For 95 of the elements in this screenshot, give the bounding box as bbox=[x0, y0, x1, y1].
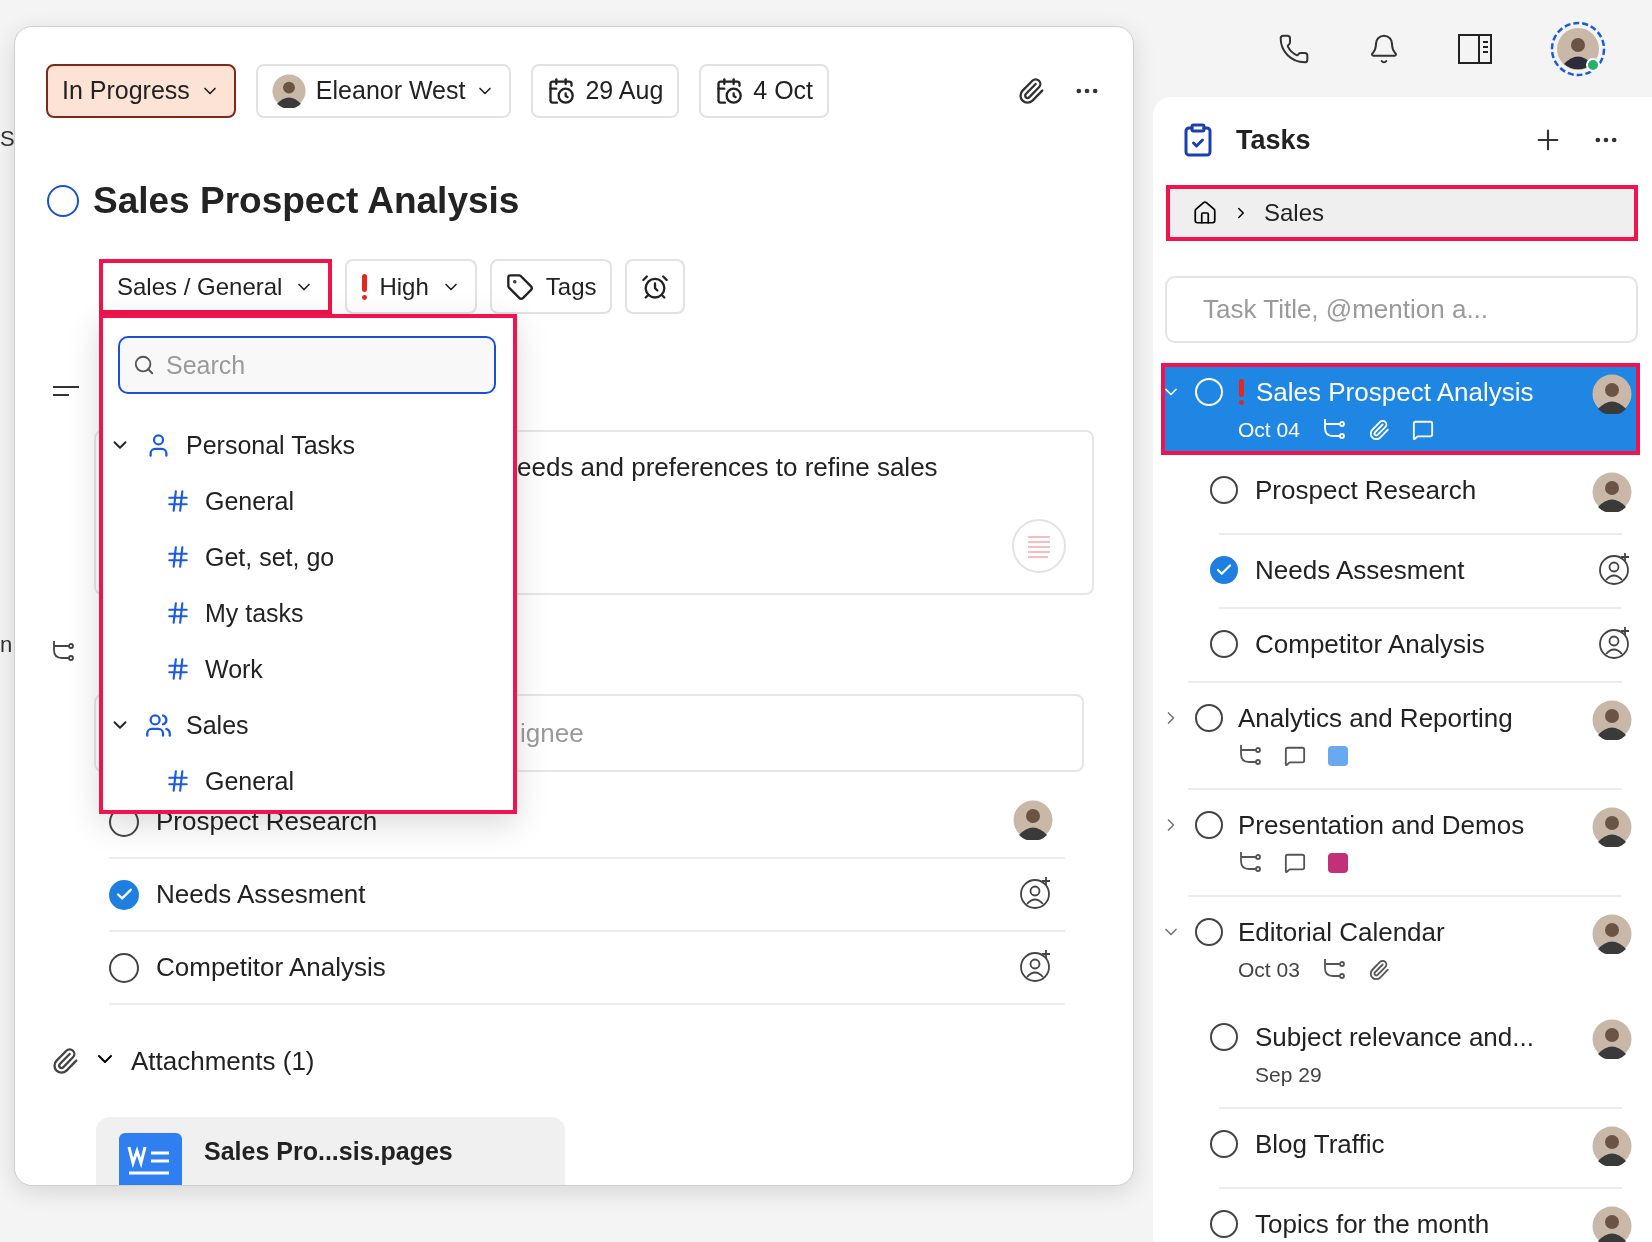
priority-icon bbox=[361, 273, 368, 300]
subtask-checkbox[interactable] bbox=[109, 879, 139, 910]
task-checkbox[interactable] bbox=[1210, 630, 1238, 658]
attachment-card[interactable]: Sales Pro...sis.pages bbox=[96, 1117, 565, 1185]
calendar-icon bbox=[715, 76, 744, 105]
task-title: Editorial Calendar bbox=[1238, 916, 1445, 948]
search-field[interactable]: Search bbox=[118, 336, 496, 394]
tag-icon bbox=[505, 272, 534, 301]
subtask-title: Needs Assesment bbox=[156, 879, 367, 910]
subtask-checkbox[interactable] bbox=[109, 952, 139, 983]
task-checkbox[interactable] bbox=[1195, 704, 1223, 732]
task-row[interactable]: Analytics and Reporting bbox=[1161, 683, 1640, 788]
subtasks-icon bbox=[1321, 957, 1346, 979]
add-assignee-icon[interactable] bbox=[1598, 552, 1632, 586]
task-title: Prospect Research bbox=[1255, 474, 1477, 506]
subtasks-icon bbox=[1238, 850, 1262, 872]
avatar bbox=[1592, 472, 1632, 512]
project-item[interactable]: General bbox=[103, 473, 513, 529]
task-row[interactable]: Competitor Analysis bbox=[1161, 609, 1640, 681]
avatar bbox=[1592, 374, 1632, 414]
paperclip-icon bbox=[51, 1047, 79, 1075]
subtasks-icon bbox=[1238, 743, 1262, 765]
assignee-dropdown[interactable]: Eleanor West bbox=[255, 63, 512, 118]
task-row[interactable]: Subject relevance and... Sep 29 bbox=[1161, 1002, 1640, 1107]
users-icon bbox=[145, 711, 172, 739]
task-row[interactable]: Editorial Calendar Oct 03 bbox=[1161, 897, 1640, 1002]
task-row[interactable]: Presentation and Demos bbox=[1161, 790, 1640, 895]
home-icon[interactable] bbox=[1192, 200, 1218, 226]
project-chip[interactable]: Sales / General bbox=[99, 259, 333, 314]
subtasks-icon bbox=[51, 639, 75, 661]
add-assignee-icon[interactable] bbox=[1019, 875, 1053, 910]
add-assignee-icon[interactable] bbox=[1019, 948, 1053, 983]
task-checkbox[interactable] bbox=[1210, 1130, 1238, 1158]
due-date: Oct 03 bbox=[1238, 958, 1300, 982]
background-text: S bbox=[0, 126, 14, 152]
subtask-row[interactable]: Needs Assesment bbox=[109, 859, 1065, 932]
avatar bbox=[1592, 1206, 1632, 1242]
add-assignee-icon[interactable] bbox=[1598, 626, 1632, 660]
subtask-title: Competitor Analysis bbox=[156, 952, 387, 983]
task-title: Presentation and Demos bbox=[1238, 809, 1525, 841]
task-row[interactable]: Blog Traffic bbox=[1161, 1109, 1640, 1187]
alarm-icon bbox=[641, 272, 670, 301]
task-checkbox[interactable] bbox=[1210, 1210, 1238, 1238]
priority-chip[interactable]: High bbox=[345, 259, 477, 314]
hash-icon bbox=[165, 656, 191, 682]
attachments-heading: Attachments (1) bbox=[131, 1045, 315, 1077]
avatar bbox=[1592, 700, 1632, 740]
status-dropdown[interactable]: In Progress bbox=[46, 63, 236, 118]
task-checkbox[interactable] bbox=[1210, 476, 1238, 504]
project-group[interactable]: Sales bbox=[103, 697, 513, 753]
breadcrumb-link[interactable]: Sales bbox=[1264, 199, 1325, 227]
avatar bbox=[1592, 1019, 1632, 1059]
new-task-field[interactable]: Task Title, @mention a... bbox=[1165, 276, 1638, 343]
task-title: Sales Prospect Analysis bbox=[1256, 376, 1534, 408]
task-checkbox[interactable] bbox=[1195, 811, 1223, 839]
panel-title: Tasks bbox=[1236, 124, 1312, 156]
due-date: Oct 04 bbox=[1238, 418, 1300, 442]
due-date: Sep 29 bbox=[1255, 1063, 1322, 1087]
due-date-button[interactable]: 4 Oct bbox=[699, 63, 830, 118]
task-row[interactable]: Prospect Research bbox=[1161, 455, 1640, 533]
task-title: Sales Prospect Analysis bbox=[93, 180, 520, 222]
project-item[interactable]: Get, set, go bbox=[103, 529, 513, 585]
avatar bbox=[1013, 799, 1053, 840]
hash-icon bbox=[165, 600, 191, 626]
task-title: Topics for the month bbox=[1255, 1208, 1490, 1240]
task-title: Needs Assesment bbox=[1255, 554, 1465, 586]
start-date-button[interactable]: 29 Aug bbox=[531, 63, 680, 118]
task-title: Subject relevance and... bbox=[1255, 1021, 1534, 1053]
search-icon bbox=[133, 354, 155, 376]
file-name: Sales Pro...sis.pages bbox=[204, 1137, 453, 1167]
task-checkbox[interactable] bbox=[47, 185, 79, 217]
project-item[interactable]: Work bbox=[103, 641, 513, 697]
task-title: Analytics and Reporting bbox=[1238, 702, 1513, 734]
task-row[interactable]: Topics for the month bbox=[1161, 1189, 1640, 1242]
subtasks-icon bbox=[1321, 417, 1346, 439]
tags-chip[interactable]: Tags bbox=[489, 259, 613, 314]
avatar bbox=[1592, 914, 1632, 954]
task-title: Blog Traffic bbox=[1255, 1128, 1385, 1160]
avatar bbox=[271, 73, 306, 108]
background-text: n bbox=[0, 632, 14, 658]
subtask-row[interactable]: Competitor Analysis bbox=[109, 932, 1065, 1005]
hash-icon bbox=[165, 768, 191, 794]
task-checkbox[interactable] bbox=[1210, 1023, 1238, 1051]
task-row[interactable]: Needs Assesment bbox=[1161, 535, 1640, 607]
avatar bbox=[1592, 807, 1632, 847]
calendar-icon bbox=[547, 76, 576, 105]
task-checkbox[interactable] bbox=[1210, 556, 1238, 584]
avatar bbox=[1592, 1126, 1632, 1166]
task-title: Competitor Analysis bbox=[1255, 628, 1485, 660]
hash-icon bbox=[165, 488, 191, 514]
description-text: eeds and preferences to refine sales bbox=[517, 452, 939, 482]
task-checkbox[interactable] bbox=[1195, 918, 1223, 946]
subtask-title: Prospect Research bbox=[156, 806, 379, 837]
hash-icon bbox=[165, 544, 191, 570]
reminder-chip[interactable] bbox=[625, 259, 686, 314]
